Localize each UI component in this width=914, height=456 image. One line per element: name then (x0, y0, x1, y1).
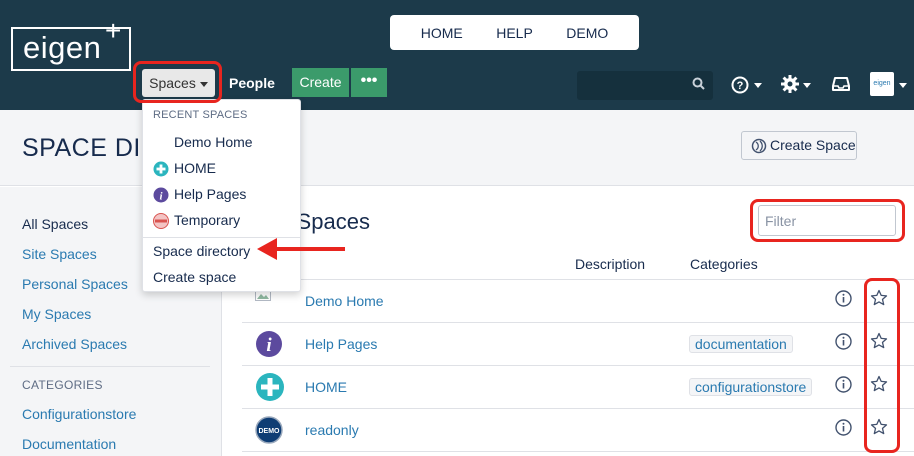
plus-circle-icon (153, 161, 169, 177)
chevron-down-icon (199, 81, 208, 87)
table-divider (242, 451, 914, 452)
table-divider (242, 322, 914, 323)
info-icon[interactable] (835, 290, 852, 307)
search-icon (692, 77, 705, 90)
logo-text: eigen (23, 30, 102, 65)
column-header-categories[interactable]: Categories (690, 256, 758, 272)
info-icon: i (153, 187, 169, 203)
categories-heading: CATEGORIES (22, 378, 103, 392)
table-divider (242, 279, 914, 280)
category-tag-documentation[interactable]: documentation (689, 335, 793, 353)
logo-plus: + (105, 15, 122, 46)
settings-chevron-down-icon (803, 83, 811, 88)
recent-spaces-heading: RECENT SPACES (153, 109, 248, 121)
sidebar-item-personal-spaces[interactable]: Personal Spaces (22, 276, 128, 292)
more-create-options-button[interactable]: ••• (351, 68, 387, 97)
menu-item-temporary[interactable]: Temporary (174, 212, 240, 228)
inbox-icon[interactable] (832, 75, 850, 93)
info-icon[interactable] (835, 376, 852, 393)
help-icon[interactable]: ? (731, 75, 751, 95)
filter-input[interactable] (758, 205, 896, 236)
menu-item-help-pages[interactable]: Help Pages (174, 186, 246, 202)
menu-item-space-directory[interactable]: Space directory (153, 243, 250, 259)
space-link-demo-home[interactable]: Demo Home (305, 293, 384, 309)
tab-home[interactable]: HOME (421, 25, 463, 41)
avatar-chevron-down-icon (899, 83, 907, 88)
svg-text:?: ? (737, 80, 744, 92)
create-space-button[interactable]: Create Space (741, 131, 857, 160)
tab-help[interactable]: HELP (496, 25, 533, 41)
star-icon[interactable] (870, 289, 888, 307)
info-space-icon: i (256, 331, 282, 357)
spaces-menu-button[interactable]: Spaces (142, 69, 215, 97)
sidebar-item-my-spaces[interactable]: My Spaces (22, 306, 91, 322)
star-icon[interactable] (870, 418, 888, 436)
sidebar-item-archived-spaces[interactable]: Archived Spaces (22, 336, 127, 352)
star-icon[interactable] (870, 375, 888, 393)
menu-item-create-space[interactable]: Create space (153, 269, 236, 285)
sidebar-category-documentation[interactable]: Documentation (22, 436, 116, 452)
eigen-logo[interactable]: eigen + (11, 17, 131, 71)
menu-item-demo-home[interactable]: Demo Home (174, 134, 253, 150)
info-icon[interactable] (835, 419, 852, 436)
menu-item-home[interactable]: HOME (174, 160, 216, 176)
column-header-description[interactable]: Description (575, 256, 645, 272)
sidebar-category-configurationstore[interactable]: Configurationstore (22, 406, 136, 422)
sidebar-item-site-spaces[interactable]: Site Spaces (22, 246, 97, 262)
people-link[interactable]: People (229, 75, 275, 91)
search-input[interactable] (577, 71, 713, 100)
spaces-dropdown-menu: RECENT SPACES Demo Home HOME i Help Page… (142, 99, 301, 292)
help-chevron-down-icon (754, 83, 762, 88)
demo-badge-text: DEMO (259, 428, 281, 435)
red-arrow-annotation (257, 238, 345, 260)
table-divider (242, 365, 914, 366)
info-icon[interactable] (835, 333, 852, 350)
table-divider (242, 408, 914, 409)
create-space-label: Create Space (770, 137, 856, 153)
create-space-icon (751, 138, 767, 154)
space-link-readonly[interactable]: readonly (305, 422, 359, 438)
top-tabs: HOME HELP DEMO (390, 15, 639, 50)
spaces-menu-label: Spaces (149, 75, 196, 91)
gear-icon[interactable] (780, 74, 800, 94)
svg-text:i: i (266, 335, 272, 356)
demo-badge-space-icon: DEMO (255, 416, 283, 444)
sidebar-divider (10, 366, 210, 367)
temporary-badge-icon (153, 213, 169, 229)
tab-demo[interactable]: DEMO (566, 25, 608, 41)
space-link-home[interactable]: HOME (305, 379, 347, 395)
create-button[interactable]: Create (292, 68, 349, 97)
top-navigation-bar: eigen + HOME HELP DEMO Spaces People Cre… (0, 0, 914, 110)
sidebar-item-all-spaces[interactable]: All Spaces (22, 216, 88, 232)
plus-circle-space-icon (256, 373, 284, 401)
category-tag-configurationstore[interactable]: configurationstore (689, 378, 813, 396)
space-link-help-pages[interactable]: Help Pages (305, 336, 377, 352)
star-icon[interactable] (870, 332, 888, 350)
user-avatar[interactable]: eigen (870, 72, 894, 96)
